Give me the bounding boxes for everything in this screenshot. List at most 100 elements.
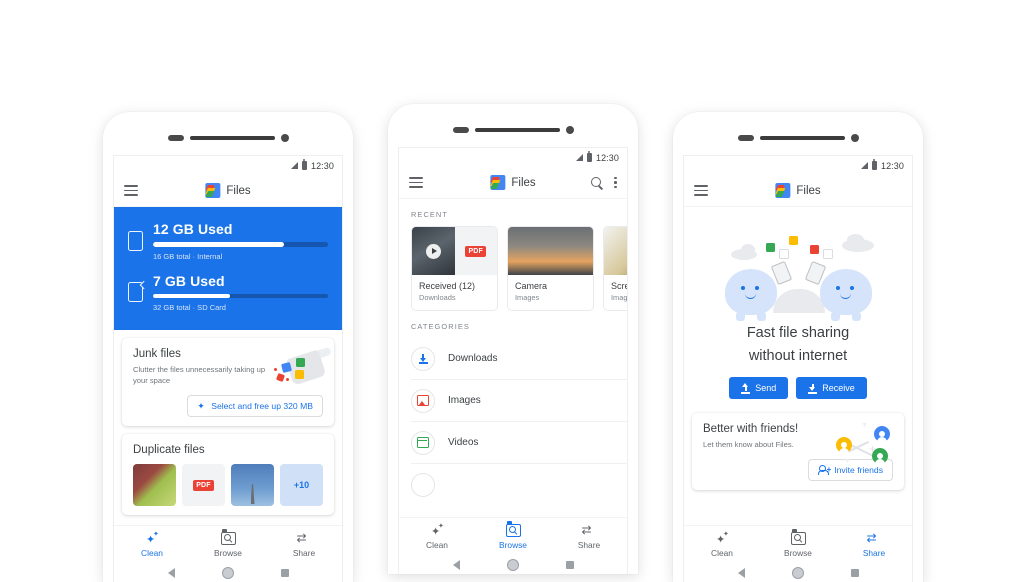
phone2-screen: 12:30 Files RECENT PDF Received (12) Dow… [399,148,627,574]
signal-icon [575,154,583,161]
battery-icon [586,151,592,162]
front-camera-pill [167,135,184,141]
pdf-thumbnail: PDF [454,227,497,275]
nav-tab-share[interactable]: ⇄ Share [551,524,627,550]
plus-decoration-icon: + [868,442,876,457]
download-icon [411,346,435,371]
bottom-navigation: ✦ ✦ Clean Browse ⇄ Share [114,525,342,563]
duplicate-thumb-photo[interactable] [133,464,176,506]
back-triangle-icon[interactable] [452,559,460,570]
home-circle-icon[interactable] [791,566,804,579]
storage-summary-panel: 12 GB Used 16 GB total · Internal 7 GB U… [114,207,342,330]
phone1-screen: 12:30 Files 12 GB Used 16 GB total · Int… [114,156,342,582]
back-triangle-icon[interactable] [167,567,175,578]
phone-storage-icon [128,230,143,251]
receive-button[interactable]: Receive [796,377,867,400]
category-item-videos[interactable]: Videos [411,422,627,464]
phone-speaker-assembly [388,126,638,134]
recent-card-received[interactable]: PDF Received (12) Downloads [411,226,498,311]
blob-left [724,269,777,321]
hamburger-menu-icon[interactable] [124,184,138,197]
folder-search-icon [790,529,806,545]
home-circle-icon[interactable] [506,558,519,571]
category-item-partial[interactable] [411,464,627,505]
folder-search-icon [505,521,521,537]
junk-files-card[interactable]: Junk files Clutter the files unnecessari… [122,338,334,426]
storage-row-sdcard[interactable]: 7 GB Used 32 GB total · SD Card [128,273,328,312]
duplicate-files-card[interactable]: Duplicate files PDF +10 [122,434,334,515]
duplicate-thumb-more[interactable]: +10 [280,464,323,506]
signal-icon [290,162,298,169]
hamburger-menu-icon[interactable] [409,176,423,189]
recent-card-screenshots[interactable]: Screenshots Images [603,226,627,311]
category-item-downloads[interactable]: Downloads [411,338,627,380]
sparkle-icon: ✦ ✦ [716,530,729,546]
files-logo-icon [775,183,791,198]
search-icon[interactable] [591,176,603,189]
person-add-icon: + [817,465,831,476]
nav-tab-browse[interactable]: Browse [475,521,551,550]
categories-section-label: CATEGORIES [411,322,470,331]
share-hero: Fast file sharing without internet Send … [684,207,912,400]
phone-speaker-assembly [673,134,923,142]
hero-buttons: Send Receive [698,377,898,400]
video-thumbnail [412,227,455,275]
status-clock: 12:30 [880,160,904,171]
storage-used-internal: 12 GB Used [153,221,233,237]
recents-square-icon[interactable] [280,568,289,577]
files-logo-icon [490,175,506,190]
audio-icon [411,472,435,497]
folder-search-icon [220,529,236,545]
send-button[interactable]: Send [729,377,789,400]
recent-card-title: Screenshots [611,281,627,291]
battery-icon [301,159,307,170]
phone2-content: RECENT PDF Received (12) Downloads Camer… [399,199,627,517]
duplicate-thumb-pdf[interactable]: PDF [182,464,225,506]
nav-tab-clean[interactable]: ✦ ✦ Clean [399,523,475,550]
select-and-free-up-button[interactable]: ✦ Select and free up 320 MB [187,395,323,417]
recent-card-title: Camera [515,281,548,291]
phone3-screen: 12:30 Files Fast file sharing without in… [684,156,912,582]
sensor-dot [280,134,289,142]
battery-icon [871,159,877,170]
recents-square-icon[interactable] [850,568,859,577]
home-circle-icon[interactable] [221,566,234,579]
sd-card-icon [128,282,143,303]
system-navigation-bar [399,555,627,574]
food-thumbnail [604,227,627,275]
hamburger-menu-icon[interactable] [694,184,708,197]
nav-tab-share-label: Share [577,539,601,550]
pdf-badge-label: PDF [193,479,214,491]
front-camera-pill [452,127,469,133]
storage-progress-sdcard [153,293,328,298]
app-title: Files [511,176,536,189]
duplicate-thumb-tower[interactable] [231,464,274,506]
download-icon [808,383,818,394]
sparkle-icon: ✦ [197,400,205,411]
video-icon [411,430,435,455]
hill-shape [772,289,825,313]
files-logo-icon [205,183,221,198]
bottom-navigation: ✦ ✦ Clean Browse ⇄ Share [399,517,627,555]
blob-right [819,269,872,321]
app-title: Files [796,184,821,197]
system-navigation-bar [114,563,342,582]
app-bar: Files [684,175,912,207]
recent-card-camera[interactable]: Camera Images [507,226,594,311]
select-and-free-up-label: Select and free up 320 MB [211,401,313,411]
dustpan-with-files-illustration [273,346,332,392]
back-triangle-icon[interactable] [737,567,745,578]
recents-square-icon[interactable] [565,560,574,569]
category-item-images[interactable]: Images [411,380,627,422]
app-brand: Files [205,183,251,198]
screenshot-stage: 12:30 Files 12 GB Used 16 GB total · Int… [0,0,1024,582]
earpiece-speaker [759,136,845,140]
hero-title-line2: without internet [748,347,848,364]
share-arrows-icon: ⇄ [866,530,877,545]
more-vert-icon[interactable] [614,176,617,189]
storage-row-internal[interactable]: 12 GB Used 16 GB total · Internal [128,221,328,261]
green-file-chip [765,243,775,252]
better-with-friends-card[interactable]: + ▼ ▼ Better with friends! Let them know… [692,413,904,491]
recent-card-title: Received (12) [419,281,476,291]
avatar-blue [874,426,890,443]
